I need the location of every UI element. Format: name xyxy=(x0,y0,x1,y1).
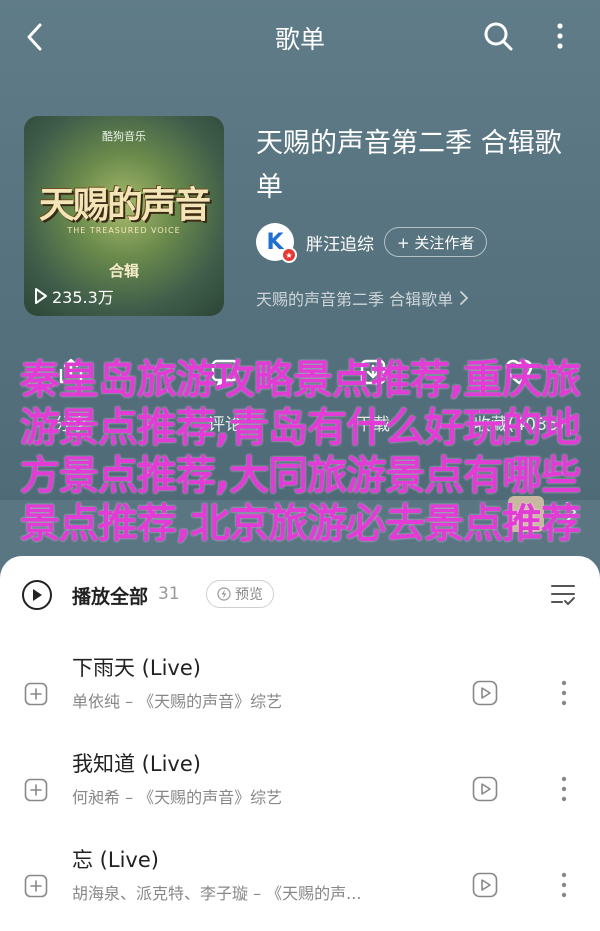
song-row[interactable]: 下雨天 (Live) 单依纯 – 《天赐的声音》综艺 xyxy=(0,652,600,748)
song-artist-album: 何昶希 – 《天赐的声音》综艺 xyxy=(72,788,283,807)
cover-album-label: 合辑 xyxy=(108,262,139,280)
song-list-panel: 播放全部 31 预览 下雨天 (Live) 单依纯 – 《天赐的声音》综艺 我知… xyxy=(0,556,600,931)
song-artist-album: 单依纯 – 《天赐的声音》综艺 xyxy=(72,692,283,711)
creator-name[interactable]: 胖汪追综 xyxy=(306,230,374,255)
watermark-overlay-text: 秦皇岛旅游攻略景点推荐,重庆旅游景点推荐,青岛有什么好玩的地方景点推荐,大同旅游… xyxy=(19,357,581,547)
description-text: 天赐的声音第二季 合辑歌单 xyxy=(256,290,454,309)
song-row[interactable]: 我知道 (Live) 何昶希 – 《天赐的声音》综艺 xyxy=(0,748,600,844)
lightning-icon xyxy=(217,587,231,601)
preview-button[interactable]: 预览 xyxy=(206,580,274,608)
creator-row: K ★ 胖汪追综 + 关注作者 xyxy=(256,222,488,263)
cover-brand-label: 酷狗音乐 xyxy=(102,130,146,143)
play-icon xyxy=(35,288,47,304)
song-title: 忘 (Live) xyxy=(72,848,159,872)
mv-play-icon[interactable] xyxy=(472,872,498,898)
play-icon xyxy=(33,589,42,601)
follow-creator-button[interactable]: + 关注作者 xyxy=(384,227,488,257)
playlist-description[interactable]: 天赐的声音第二季 合辑歌单 xyxy=(256,286,469,310)
song-count: 31 xyxy=(158,584,180,604)
add-to-playlist-icon[interactable] xyxy=(24,682,48,706)
add-to-playlist-icon[interactable] xyxy=(24,778,48,802)
play-all-row: 播放全部 31 预览 xyxy=(0,576,600,616)
chevron-right-icon xyxy=(460,291,469,305)
top-bar: 歌单 xyxy=(0,0,600,72)
song-artist-album: 胡海泉、派克特、李子璇 – 《天赐的声... xyxy=(72,884,362,903)
cover-logo-text: 天赐的声音 xyxy=(38,184,211,226)
song-row[interactable]: 忘 (Live) 胡海泉、派克特、李子璇 – 《天赐的声... xyxy=(0,844,600,931)
creator-avatar[interactable]: K ★ xyxy=(256,223,297,263)
play-all-label[interactable]: 播放全部 xyxy=(72,582,148,609)
song-more-icon[interactable] xyxy=(552,678,576,708)
multi-select-icon[interactable] xyxy=(548,580,578,610)
song-title: 我知道 (Live) xyxy=(72,752,201,776)
play-count: 235.3万 xyxy=(34,284,114,308)
song-title: 下雨天 (Live) xyxy=(72,656,201,680)
add-to-playlist-icon[interactable] xyxy=(24,874,48,898)
playlist-title: 天赐的声音第二季 合辑歌单 xyxy=(256,128,562,203)
song-more-icon[interactable] xyxy=(552,774,576,804)
mv-play-icon[interactable] xyxy=(472,680,498,706)
search-icon xyxy=(484,22,513,51)
play-all-button[interactable] xyxy=(22,580,52,610)
cover-subtitle: THE TREASURED VOICE xyxy=(67,226,181,235)
vertical-dots-icon xyxy=(557,23,563,49)
song-more-icon[interactable] xyxy=(552,870,576,900)
preview-label: 预览 xyxy=(235,587,263,603)
playlist-cover[interactable]: 酷狗音乐 天赐的声音 THE TREASURED VOICE 合辑 235.3万 xyxy=(24,116,224,316)
search-button[interactable] xyxy=(480,18,516,54)
play-count-value: 235.3万 xyxy=(52,288,114,307)
star-badge-icon: ★ xyxy=(281,247,297,263)
mv-play-icon[interactable] xyxy=(472,776,498,802)
more-options-button[interactable] xyxy=(546,18,574,54)
